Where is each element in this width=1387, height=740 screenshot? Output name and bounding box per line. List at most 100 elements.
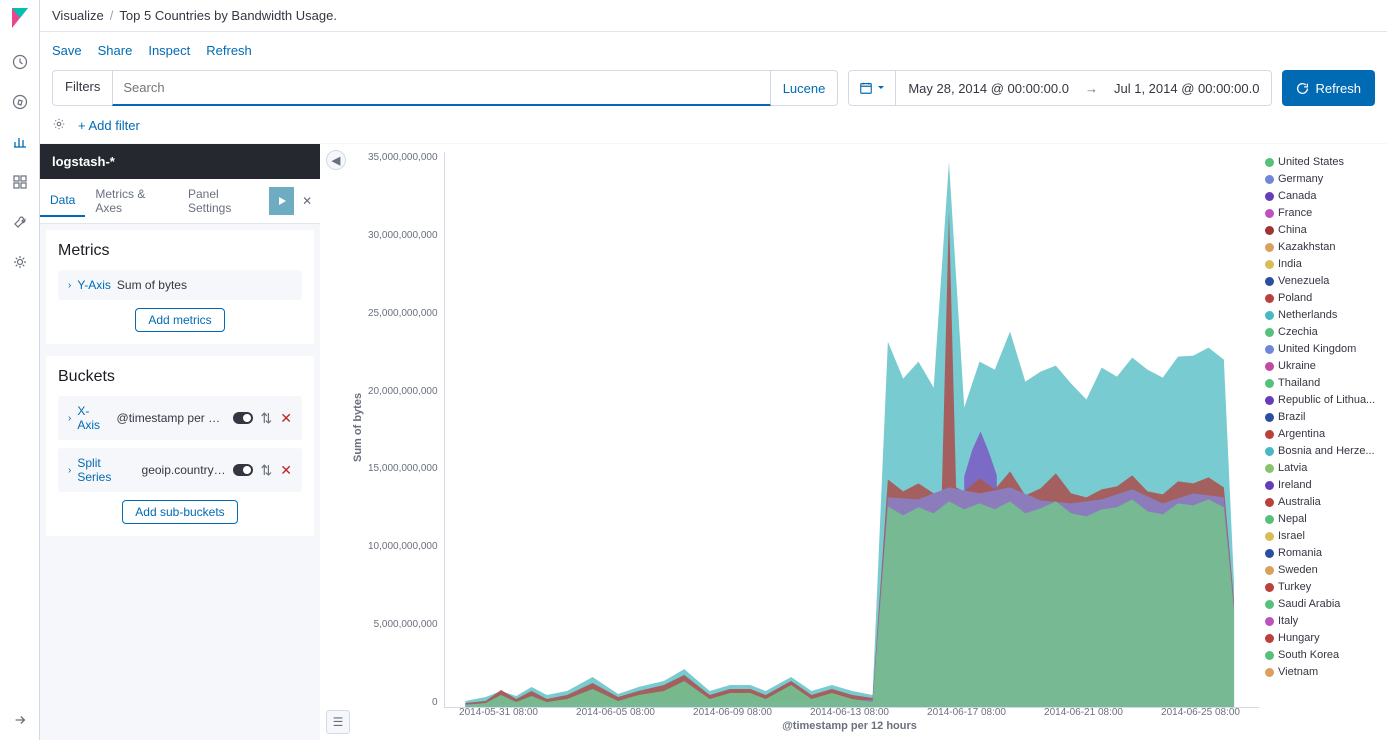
metric-label: Y-Axis xyxy=(77,278,111,292)
chevron-right-icon: › xyxy=(68,465,71,476)
y-tick: 35,000,000,000 xyxy=(368,152,438,163)
legend-dot xyxy=(1265,617,1274,626)
legend-item[interactable]: India xyxy=(1265,258,1379,270)
share-link[interactable]: Share xyxy=(98,43,133,58)
filters-label[interactable]: Filters xyxy=(52,70,112,106)
drag-handle-icon[interactable]: ⇅ xyxy=(261,462,273,479)
filters-row: + Add filter xyxy=(40,108,1387,144)
drag-handle-icon[interactable]: ⇅ xyxy=(261,410,273,427)
legend-item[interactable]: China xyxy=(1265,224,1379,236)
chart-container: Sum of bytes 35,000,000,000 30,000,000,0… xyxy=(350,152,1259,732)
refresh-link[interactable]: Refresh xyxy=(206,43,252,58)
tab-metrics-axes[interactable]: Metrics & Axes xyxy=(85,179,178,223)
remove-icon[interactable]: ✕ xyxy=(280,410,292,427)
metric-y-axis[interactable]: › Y-Axis Sum of bytes xyxy=(58,270,302,300)
collapse-nav-icon[interactable] xyxy=(10,710,30,730)
x-tick: 2014-06-25 08:00 xyxy=(1161,707,1240,718)
kibana-logo[interactable] xyxy=(8,6,32,30)
add-sub-buckets-button[interactable]: Add sub-buckets xyxy=(122,500,237,524)
bucket-x-value: @timestamp per 12... xyxy=(117,411,227,425)
calendar-icon[interactable] xyxy=(849,71,896,105)
legend-item[interactable]: Kazakhstan xyxy=(1265,241,1379,253)
devtools-icon[interactable] xyxy=(10,212,30,232)
page-title: Top 5 Countries by Bandwidth Usage. xyxy=(119,8,337,23)
legend-dot xyxy=(1265,294,1274,303)
breadcrumb-root[interactable]: Visualize xyxy=(52,8,104,23)
filter-settings-icon[interactable] xyxy=(52,117,66,134)
legend-item[interactable]: Republic of Lithua... xyxy=(1265,394,1379,406)
legend-dot xyxy=(1265,498,1274,507)
visualize-icon[interactable] xyxy=(10,132,30,152)
discover-icon[interactable] xyxy=(10,92,30,112)
y-tick: 5,000,000,000 xyxy=(368,619,438,630)
legend-label: Germany xyxy=(1278,173,1323,185)
query-language-selector[interactable]: Lucene xyxy=(771,70,839,106)
save-link[interactable]: Save xyxy=(52,43,82,58)
date-range-picker[interactable]: May 28, 2014 @ 00:00:00.0 → Jul 1, 2014 … xyxy=(848,70,1272,106)
tab-data[interactable]: Data xyxy=(40,185,85,217)
add-filter-button[interactable]: + Add filter xyxy=(78,118,140,133)
legend-dot xyxy=(1265,481,1274,490)
legend-item[interactable]: Hungary xyxy=(1265,632,1379,644)
index-pattern-header[interactable]: logstash-* ◀ xyxy=(40,144,320,179)
legend-item[interactable]: Brazil xyxy=(1265,411,1379,423)
legend-item[interactable]: Ireland xyxy=(1265,479,1379,491)
legend-item[interactable]: Thailand xyxy=(1265,377,1379,389)
legend-label: Sweden xyxy=(1278,564,1318,576)
legend-item[interactable]: Poland xyxy=(1265,292,1379,304)
legend-item[interactable]: Netherlands xyxy=(1265,309,1379,321)
add-metrics-button[interactable]: Add metrics xyxy=(135,308,224,332)
discard-changes-button[interactable]: ✕ xyxy=(294,187,320,215)
legend-item[interactable]: Germany xyxy=(1265,173,1379,185)
bucket-split-label: Split Series xyxy=(77,456,135,484)
legend-label: Australia xyxy=(1278,496,1321,508)
apply-changes-button[interactable] xyxy=(269,187,295,215)
bucket-x-axis[interactable]: › X-Axis @timestamp per 12... ⇅ ✕ xyxy=(58,396,302,440)
legend-dot xyxy=(1265,532,1274,541)
legend-dot xyxy=(1265,192,1274,201)
legend-item[interactable]: Ukraine xyxy=(1265,360,1379,372)
tab-panel-settings[interactable]: Panel Settings xyxy=(178,179,269,223)
refresh-button-label: Refresh xyxy=(1315,81,1361,96)
inspect-link[interactable]: Inspect xyxy=(148,43,190,58)
legend-item[interactable]: France xyxy=(1265,207,1379,219)
x-tick: 2014-06-09 08:00 xyxy=(693,707,772,718)
management-icon[interactable] xyxy=(10,252,30,272)
legend-label: Romania xyxy=(1278,547,1322,559)
legend-item[interactable]: Nepal xyxy=(1265,513,1379,525)
legend-item[interactable]: Australia xyxy=(1265,496,1379,508)
legend-item[interactable]: Bosnia and Herze... xyxy=(1265,445,1379,457)
legend-item[interactable]: Saudi Arabia xyxy=(1265,598,1379,610)
remove-icon[interactable]: ✕ xyxy=(280,462,292,479)
recently-viewed-icon[interactable] xyxy=(10,52,30,72)
refresh-button[interactable]: Refresh xyxy=(1282,70,1375,106)
toggle-switch[interactable] xyxy=(233,464,253,476)
legend-item[interactable]: Argentina xyxy=(1265,428,1379,440)
legend-dot xyxy=(1265,634,1274,643)
legend-item[interactable]: United States xyxy=(1265,156,1379,168)
legend-label: Republic of Lithua... xyxy=(1278,394,1375,406)
toggle-switch[interactable] xyxy=(233,412,253,424)
legend-item[interactable]: Venezuela xyxy=(1265,275,1379,287)
legend-item[interactable]: South Korea xyxy=(1265,649,1379,661)
legend-item[interactable]: Turkey xyxy=(1265,581,1379,593)
legend-dot xyxy=(1265,464,1274,473)
bucket-split-series[interactable]: › Split Series geoip.country_... ⇅ ✕ xyxy=(58,448,302,492)
legend-item[interactable]: Czechia xyxy=(1265,326,1379,338)
legend-item[interactable]: Canada xyxy=(1265,190,1379,202)
legend-toggle-icon[interactable]: ☰ xyxy=(326,710,350,734)
y-tick: 30,000,000,000 xyxy=(368,230,438,241)
legend-item[interactable]: United Kingdom xyxy=(1265,343,1379,355)
legend-item[interactable]: Romania xyxy=(1265,547,1379,559)
search-input[interactable] xyxy=(112,70,770,106)
chart-plot-area[interactable] xyxy=(444,152,1259,708)
legend-item[interactable]: Latvia xyxy=(1265,462,1379,474)
dashboard-icon[interactable] xyxy=(10,172,30,192)
legend-item[interactable]: Vietnam xyxy=(1265,666,1379,678)
y-axis-ticks: 35,000,000,000 30,000,000,000 25,000,000… xyxy=(366,152,444,708)
metrics-title: Metrics xyxy=(58,242,302,260)
legend-item[interactable]: Sweden xyxy=(1265,564,1379,576)
legend-item[interactable]: Italy xyxy=(1265,615,1379,627)
arrow-right-icon: → xyxy=(1081,81,1102,96)
legend-item[interactable]: Israel xyxy=(1265,530,1379,542)
